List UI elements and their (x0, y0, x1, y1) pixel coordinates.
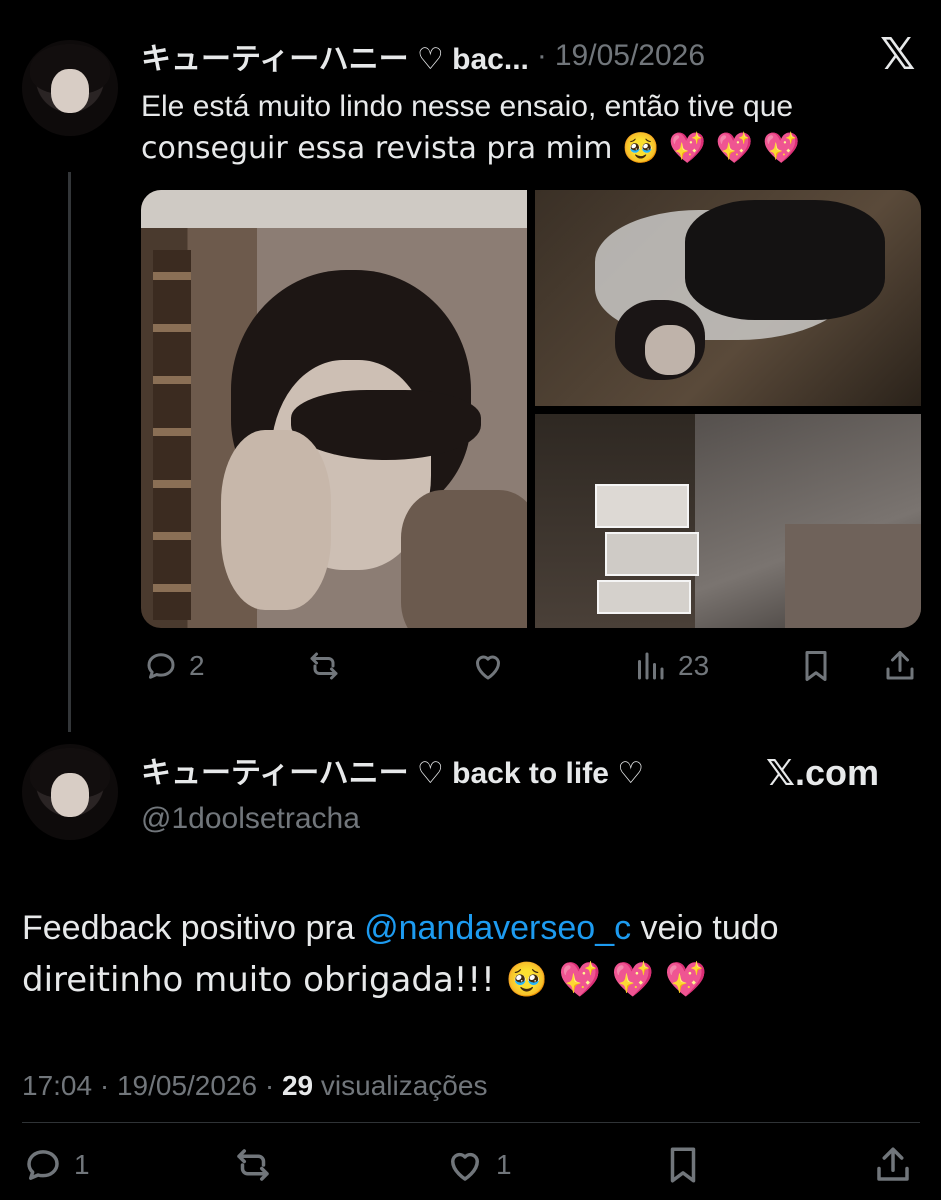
views-count: 29 (281, 1070, 314, 1101)
display-name[interactable]: キューティーハニー ♡ back to life ♡ (141, 752, 644, 796)
like-button[interactable] (470, 648, 506, 684)
mention-link[interactable]: @nandaverseo_c (364, 909, 631, 947)
retweet-button[interactable] (232, 1144, 274, 1186)
tweet-text-line: Ele está muito lindo nesse ensaio, então… (141, 90, 794, 123)
tweet-date[interactable]: 19/05/2026 (555, 39, 705, 73)
retweet-icon (237, 1149, 269, 1181)
photo-portrait[interactable] (141, 190, 527, 628)
reply-icon (27, 1150, 59, 1180)
bookmark-icon (670, 1147, 696, 1183)
reply-button[interactable]: 1 (22, 1144, 90, 1186)
reply-count: 2 (189, 650, 205, 681)
heart-icon (476, 655, 500, 680)
tweet-text: Ele está muito lindo nesse ensaio, então… (141, 86, 931, 170)
tweet-timestamp[interactable]: 17:04 · 19/05/2026 · (22, 1070, 282, 1101)
display-name[interactable]: キューティーハニー ♡ bac... (141, 34, 529, 78)
tweet-text: Feedback positivo pra @nandaverseo_c vei… (22, 902, 922, 1006)
retweet-button[interactable] (306, 648, 342, 684)
tweet-meta: 17:04 · 19/05/2026 · 29 visualizações (22, 1066, 487, 1106)
like-button[interactable]: 1 (444, 1144, 512, 1186)
separator: · (536, 39, 547, 72)
photo-cassettes[interactable] (535, 414, 921, 628)
share-icon (886, 651, 914, 680)
tweet-text-line: direitinho muito obrigada!!! 🥹 💖 💖 💖 (22, 960, 708, 1000)
views-count: 23 (678, 650, 710, 681)
like-count: 1 (496, 1149, 512, 1180)
share-button[interactable] (882, 648, 918, 684)
bookmark-icon (805, 651, 827, 681)
tweet-media[interactable] (141, 190, 921, 628)
tweet-header: キューティーハニー ♡ bac... · 19/05/2026 (141, 34, 705, 78)
thread-line (68, 172, 71, 732)
tweet-text-part: veio tudo (631, 909, 779, 947)
share-icon (877, 1147, 909, 1181)
bookmark-button[interactable] (798, 648, 834, 684)
tweet-text-part: Feedback positivo pra (22, 909, 365, 947)
reply-count: 1 (74, 1149, 90, 1180)
user-handle[interactable]: @1doolsetracha (141, 798, 360, 840)
x-com-logo[interactable]: 𝕏.com (766, 750, 879, 796)
views-button[interactable]: 23 (632, 648, 709, 684)
views-label: visualizações (313, 1070, 488, 1101)
divider (22, 1122, 920, 1123)
heart-icon (451, 1152, 479, 1181)
share-button[interactable] (872, 1144, 914, 1186)
reply-icon (147, 653, 175, 679)
avatar[interactable] (22, 40, 118, 136)
reply-button[interactable]: 2 (143, 648, 205, 684)
avatar[interactable] (22, 744, 118, 840)
views-icon (638, 652, 664, 680)
tweet-text-line: Feedback positivo pra @nandaverseo_c vei… (22, 902, 922, 954)
retweet-icon (310, 652, 338, 680)
x-logo-icon[interactable]: 𝕏 (880, 30, 915, 80)
tweet-text-line: conseguir essa revista pra mim 🥹 💖 💖 💖 (141, 131, 801, 166)
bookmark-button[interactable] (662, 1144, 704, 1186)
photo-lying[interactable] (535, 190, 921, 406)
